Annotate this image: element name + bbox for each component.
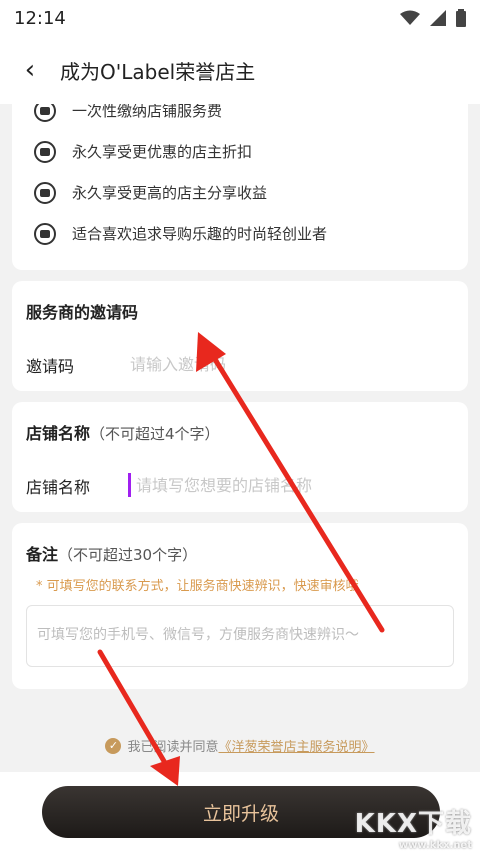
invite-code-input[interactable] [130,349,450,379]
chevron-left-icon: ‹ [24,55,36,85]
note-hint: （不可超过30个字） [58,546,198,564]
text-caret [128,473,131,497]
shop-name-title-text: 店铺名称 [26,424,91,443]
agreement-link[interactable]: 《洋葱荣誉店主服务说明》 [219,736,375,755]
fee-icon [34,104,56,122]
benefit-text: 永久享受更高的店主分享收益 [72,184,268,202]
status-icons [400,9,466,27]
benefit-item: 永久享受更优惠的店主折扣 [34,131,327,172]
agree-checkbox[interactable]: ✓ [105,737,122,754]
benefit-text: 永久享受更优惠的店主折扣 [72,143,253,161]
back-button[interactable]: ‹ [0,36,60,104]
agreement-prefix: 我已阅读并同意 [127,740,219,755]
signal-icon [430,10,446,26]
status-time: 12:14 [14,7,66,29]
watermark-url: www.kkx.net [398,840,472,851]
note-card: 备注（不可超过30个字） * 可填写您的联系方式，让服务商快速辨识，快速审核哦 [12,523,468,689]
discount-icon [34,140,56,163]
shop-name-input[interactable] [136,470,456,500]
wifi-icon [400,10,420,25]
invite-card: 服务商的邀请码 邀请码 [12,281,468,391]
note-textarea[interactable] [26,605,454,667]
shop-name-title: 店铺名称（不可超过4个字） [26,420,220,444]
status-bar: 12:14 [0,0,480,36]
bottom-bar: 立即升级 KKX下载 www.kkx.net [0,772,480,853]
shop-name-label: 店铺名称 [26,478,91,497]
cart-icon [34,222,56,245]
benefit-list: 一次性缴纳店铺服务费 永久享受更优惠的店主折扣 永久享受更高的店主分享收益 适合… [34,104,327,254]
shop-name-card: 店铺名称（不可超过4个字） 店铺名称 [12,402,468,512]
benefit-text: 适合喜欢追求导购乐趣的时尚轻创业者 [72,225,328,243]
invite-label: 邀请码 [26,357,75,376]
watermark: KKX下载 www.kkx.net [355,803,472,851]
battery-icon [456,9,466,27]
agreement-row: ✓ 我已阅读并同意 《洋葱荣誉店主服务说明》 [0,736,480,755]
watermark-logo: KKX下载 [354,809,472,839]
nav-bar: ‹ 成为O'Label荣誉店主 [0,36,480,104]
benefit-item: 永久享受更高的店主分享收益 [34,172,327,213]
invite-title: 服务商的邀请码 [26,303,139,322]
note-title-text: 备注 [26,545,59,564]
benefit-text: 一次性缴纳店铺服务费 [72,104,223,120]
benefit-item: 适合喜欢追求导购乐趣的时尚轻创业者 [34,213,327,254]
note-tip: * 可填写您的联系方式，让服务商快速辨识，快速审核哦 [36,579,359,594]
benefits-card: 一次性缴纳店铺服务费 永久享受更优惠的店主折扣 永久享受更高的店主分享收益 适合… [12,104,468,270]
benefit-item: 一次性缴纳店铺服务费 [34,104,327,131]
shop-name-hint: （不可超过4个字） [90,425,220,443]
note-title: 备注（不可超过30个字） [26,541,197,565]
page-title: 成为O'Label荣誉店主 [60,59,256,84]
moneybag-icon [34,181,56,204]
